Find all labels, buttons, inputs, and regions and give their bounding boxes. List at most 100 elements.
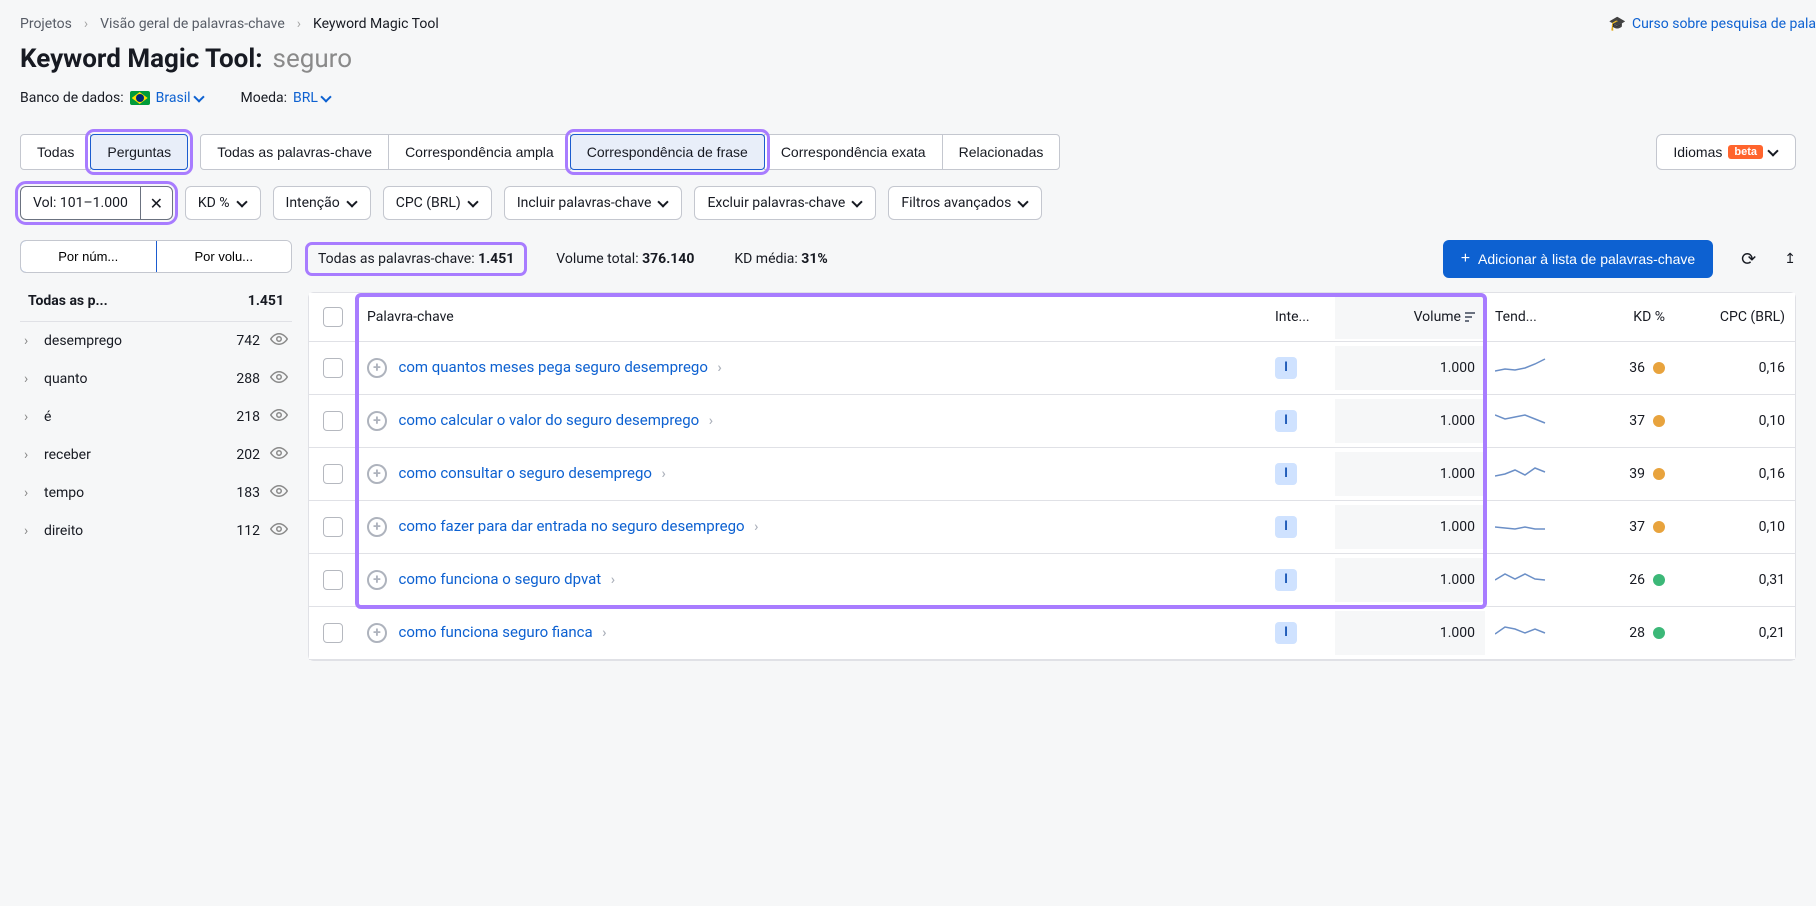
expand-icon[interactable]: + bbox=[367, 570, 387, 590]
kd-cell: 39 bbox=[1575, 452, 1675, 496]
export-truncated[interactable]: ↥ bbox=[1784, 251, 1796, 267]
sidebar-item-count: 288 bbox=[236, 371, 260, 387]
expand-icon[interactable]: + bbox=[367, 411, 387, 431]
select-all-checkbox[interactable] bbox=[323, 307, 343, 327]
add-to-keyword-list-button[interactable]: + Adicionar à lista de palavras-chave bbox=[1443, 240, 1713, 278]
close-icon[interactable]: ✕ bbox=[140, 187, 172, 219]
tab-all-keywords[interactable]: Todas as palavras-chave bbox=[200, 134, 389, 170]
keyword-link[interactable]: como consultar o seguro desemprego bbox=[398, 464, 652, 482]
currency-selector[interactable]: Moeda: BRL bbox=[241, 90, 332, 106]
summary-total-volume: Volume total: 376.140 bbox=[548, 247, 702, 271]
column-cpc[interactable]: CPC (BRL) bbox=[1675, 295, 1795, 339]
sidebar-item-count: 742 bbox=[236, 333, 260, 349]
eye-icon[interactable] bbox=[270, 520, 288, 542]
filter-volume-active[interactable]: Vol: 101–1.000 ✕ bbox=[20, 186, 173, 220]
sidebar-item-é[interactable]: › é 218 bbox=[20, 398, 292, 436]
row-checkbox[interactable] bbox=[323, 358, 343, 378]
database-selector[interactable]: Banco de dados: Brasil bbox=[20, 90, 205, 106]
summary-all-kw-value: 1.451 bbox=[478, 251, 514, 267]
trend-sparkline bbox=[1495, 515, 1549, 535]
add-button-label: Adicionar à lista de palavras-chave bbox=[1478, 251, 1695, 267]
summary-total-vol-label: Volume total: bbox=[556, 251, 638, 267]
tab-questions[interactable]: Perguntas bbox=[90, 134, 188, 170]
sidebar-item-name: quanto bbox=[44, 371, 230, 387]
sort-by-volume[interactable]: Por volu... bbox=[156, 241, 292, 272]
keyword-link[interactable]: como funciona o seguro dpvat bbox=[398, 570, 601, 588]
trend-sparkline bbox=[1495, 356, 1549, 376]
languages-dropdown[interactable]: Idiomas beta bbox=[1656, 134, 1796, 170]
title-query: seguro bbox=[273, 44, 353, 74]
keywords-table: Palavra-chave Inte... Volume Tend... KD … bbox=[308, 292, 1796, 661]
trend-sparkline bbox=[1495, 621, 1549, 641]
filter-cpc-label: CPC (BRL) bbox=[396, 195, 461, 211]
summary-all-kw-label: Todas as palavras-chave: bbox=[318, 251, 475, 267]
trend-sparkline bbox=[1495, 462, 1549, 482]
expand-icon[interactable]: + bbox=[367, 623, 387, 643]
kd-cell: 36 bbox=[1575, 346, 1675, 390]
sidebar-item-desemprego[interactable]: › desemprego 742 bbox=[20, 322, 292, 360]
column-kd[interactable]: KD % bbox=[1575, 295, 1675, 339]
chevron-right-icon: › bbox=[24, 371, 38, 387]
sidebar-item-tempo[interactable]: › tempo 183 bbox=[20, 474, 292, 512]
filter-kd[interactable]: KD % bbox=[185, 186, 261, 220]
tab-exact-match[interactable]: Correspondência exata bbox=[764, 134, 943, 170]
breadcrumb-projects[interactable]: Projetos bbox=[20, 16, 72, 32]
eye-icon[interactable] bbox=[270, 406, 288, 428]
row-checkbox[interactable] bbox=[323, 464, 343, 484]
filter-cpc[interactable]: CPC (BRL) bbox=[383, 186, 492, 220]
sidebar-header[interactable]: Todas as p... 1.451 bbox=[20, 281, 292, 322]
refresh-icon[interactable]: ⟳ bbox=[1737, 245, 1760, 274]
tab-all[interactable]: Todas bbox=[20, 134, 91, 170]
sidebar-item-quanto[interactable]: › quanto 288 bbox=[20, 360, 292, 398]
sidebar: Por núm... Por volu... Todas as p... 1.4… bbox=[20, 240, 292, 550]
filter-advanced-label: Filtros avançados bbox=[901, 195, 1011, 211]
chevron-down-icon bbox=[1019, 198, 1029, 208]
filter-advanced[interactable]: Filtros avançados bbox=[888, 186, 1042, 220]
table-row: + como funciona o seguro dpvat ›› I 1.00… bbox=[309, 554, 1795, 607]
currency-value: BRL bbox=[293, 90, 318, 106]
keyword-link[interactable]: como calcular o valor do seguro desempre… bbox=[398, 411, 699, 429]
table-row: + com quantos meses pega seguro desempre… bbox=[309, 342, 1795, 395]
sort-by-number[interactable]: Por núm... bbox=[20, 240, 157, 273]
breadcrumb-overview[interactable]: Visão geral de palavras-chave bbox=[100, 16, 285, 32]
row-checkbox[interactable] bbox=[323, 517, 343, 537]
sidebar-header-label: Todas as p... bbox=[28, 293, 108, 309]
column-volume[interactable]: Volume bbox=[1335, 295, 1485, 339]
filter-include-keywords[interactable]: Incluir palavras-chave bbox=[504, 186, 683, 220]
research-course-link[interactable]: 🎓 Curso sobre pesquisa de pala bbox=[1609, 16, 1816, 32]
eye-icon[interactable] bbox=[270, 482, 288, 504]
keyword-link[interactable]: com quantos meses pega seguro desemprego bbox=[398, 358, 707, 376]
sidebar-item-direito[interactable]: › direito 112 bbox=[20, 512, 292, 550]
tab-phrase-match[interactable]: Correspondência de frase bbox=[570, 134, 765, 170]
sidebar-item-count: 112 bbox=[236, 523, 260, 539]
expand-icon[interactable]: + bbox=[367, 358, 387, 378]
keyword-link[interactable]: como fazer para dar entrada no seguro de… bbox=[398, 517, 744, 535]
eye-icon[interactable] bbox=[270, 444, 288, 466]
column-volume-label: Volume bbox=[1414, 309, 1461, 325]
eye-icon[interactable] bbox=[270, 368, 288, 390]
column-keyword[interactable]: Palavra-chave bbox=[357, 295, 1265, 339]
column-intent[interactable]: Inte... bbox=[1265, 295, 1335, 339]
intent-badge: I bbox=[1275, 622, 1297, 644]
intent-badge: I bbox=[1275, 569, 1297, 591]
eye-icon[interactable] bbox=[270, 330, 288, 352]
keyword-link[interactable]: como funciona seguro fianca bbox=[398, 623, 592, 641]
chevron-down-icon bbox=[469, 198, 479, 208]
volume-cell: 1.000 bbox=[1335, 611, 1485, 655]
filter-exclude-keywords[interactable]: Excluir palavras-chave bbox=[694, 186, 876, 220]
chevron-right-icon: › bbox=[84, 16, 88, 32]
row-checkbox[interactable] bbox=[323, 570, 343, 590]
row-checkbox[interactable] bbox=[323, 623, 343, 643]
expand-icon[interactable]: + bbox=[367, 517, 387, 537]
column-trend[interactable]: Tend... bbox=[1485, 295, 1575, 339]
chevron-right-icon: › bbox=[24, 447, 38, 463]
filter-intent[interactable]: Intenção bbox=[273, 186, 371, 220]
tab-broad-match[interactable]: Correspondência ampla bbox=[388, 134, 571, 170]
tab-related[interactable]: Relacionadas bbox=[942, 134, 1061, 170]
sidebar-item-receber[interactable]: › receber 202 bbox=[20, 436, 292, 474]
cpc-cell: 0,31 bbox=[1675, 558, 1795, 602]
summary-total-vol-value: 376.140 bbox=[642, 251, 694, 267]
row-checkbox[interactable] bbox=[323, 411, 343, 431]
expand-icon[interactable]: + bbox=[367, 464, 387, 484]
kd-cell: 37 bbox=[1575, 505, 1675, 549]
